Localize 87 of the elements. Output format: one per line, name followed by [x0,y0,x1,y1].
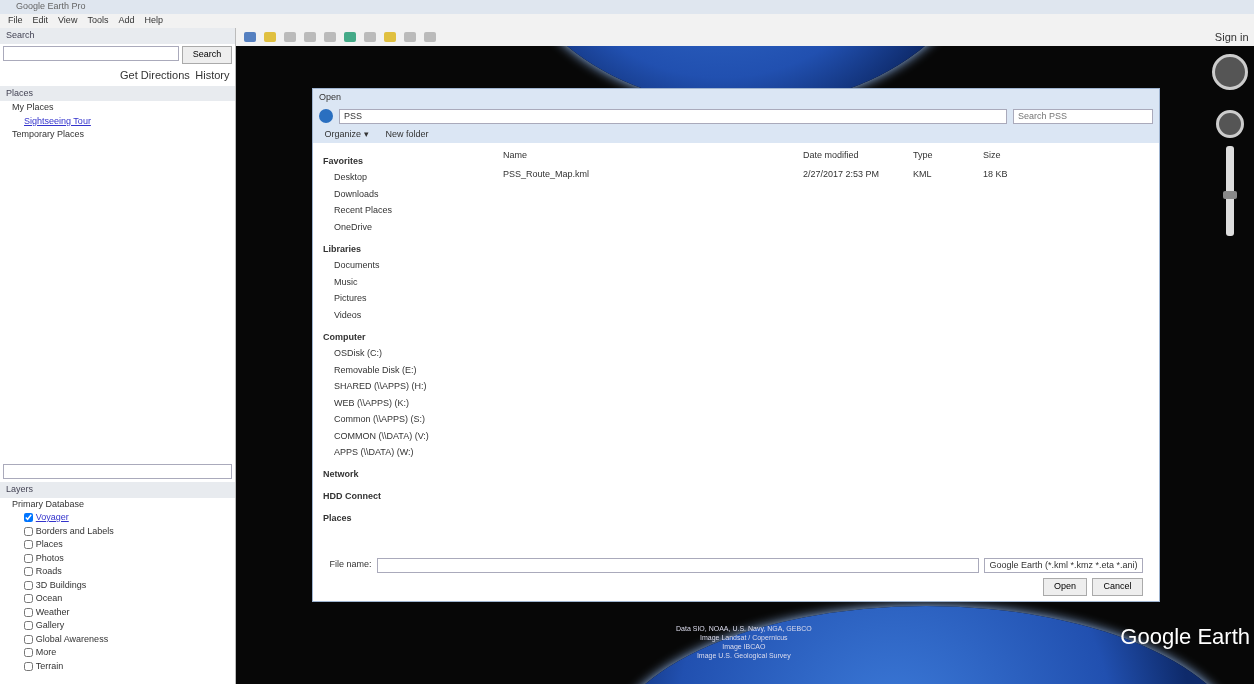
layer-checkbox[interactable] [24,553,33,563]
file-type-dropdown[interactable]: Google Earth (*.kml *.kmz *.eta *.ani) [984,557,1143,573]
tree-item[interactable]: Roads [35,565,62,579]
nav-item[interactable]: Common (\\APPS) (S:) [323,413,493,427]
logo-text: Google Earth [1120,623,1250,651]
layer-checkbox[interactable] [24,648,33,658]
layer-checkbox[interactable] [24,540,33,550]
dialog-title: Open [313,89,1159,107]
layer-checkbox[interactable] [24,634,33,644]
search-link[interactable]: Get Directions [120,66,190,83]
tree-item[interactable]: Gallery [35,619,65,633]
tree-item[interactable]: Places [35,538,63,552]
layer-checkbox[interactable] [24,513,33,523]
column-header[interactable]: Size [983,148,1043,162]
tree-item[interactable]: Weather [35,605,70,619]
nav-item[interactable]: Videos [323,308,493,322]
tree-link[interactable]: Voyager [35,511,69,525]
nav-item[interactable]: Music [323,275,493,289]
layer-checkbox[interactable] [24,607,33,617]
layer-checkbox[interactable] [24,567,33,577]
zoom-slider-thumb[interactable] [1223,191,1237,200]
toolbar-icon[interactable] [244,32,256,42]
tree-item[interactable]: Primary Database [12,497,235,511]
menu-item[interactable]: Tools [87,14,109,28]
layer-checkbox[interactable] [24,661,33,671]
nav-item[interactable]: OSDisk (C:) [323,347,493,361]
nav-item[interactable]: Recent Places [323,204,493,218]
search-field[interactable] [2,46,179,62]
nav-item[interactable]: Downloads [323,187,493,201]
file-name[interactable]: PSS_Route_Map.kml [503,167,803,181]
nav-item[interactable]: Removable Disk (E:) [323,363,493,377]
search-link[interactable]: History [195,66,230,83]
column-header[interactable]: Date modified [803,148,913,162]
menu-item[interactable]: Edit [32,14,49,28]
layer-checkbox[interactable] [24,526,33,536]
toolbar-button[interactable]: New folder [380,127,435,141]
column-header[interactable]: Name [503,148,803,162]
dialog-button[interactable]: Cancel [1092,578,1143,596]
nav-item[interactable]: COMMON (\\DATA) (V:) [323,429,493,443]
tree-item[interactable]: More [35,646,57,660]
file-detail: 2/27/2017 2:53 PM [803,167,881,181]
menu-item[interactable]: View [58,14,78,28]
search-button[interactable]: Search [181,46,233,64]
tree-item[interactable]: Borders and Labels [35,524,114,538]
tree-item[interactable]: My Places [12,102,54,113]
nav-header[interactable]: Network [323,468,493,482]
nav-header[interactable]: Computer [323,330,493,344]
menu-item[interactable]: Help [144,14,163,28]
nav-header[interactable]: Places [323,512,493,526]
nav-item[interactable]: Desktop [323,171,493,185]
layer-checkbox[interactable] [24,580,33,590]
sign-in-link[interactable]: Sign in [1214,28,1249,46]
tree-item[interactable]: 3D Buildings [35,578,87,592]
toolbar-button[interactable]: Organize ▾ [319,127,375,141]
menu-item[interactable]: Add [118,14,135,28]
tree-item[interactable]: Terrain [35,659,64,673]
tree-link[interactable]: Sightseeing Tour [24,115,91,126]
file-detail: KML [913,167,933,181]
field-label: File name: [329,558,372,572]
tree-item[interactable]: Global Awareness [35,632,109,646]
column-header[interactable]: Type [913,148,983,162]
menu-item[interactable]: File [8,14,23,28]
nav-item[interactable]: APPS (\\DATA) (W:) [323,446,493,460]
tree-item[interactable]: Ocean [35,592,63,606]
file-name-field[interactable] [377,557,979,573]
nav-item[interactable]: Pictures [323,292,493,306]
dialog-button[interactable]: Open [1042,578,1087,596]
nav-item[interactable]: WEB (\\APPS) (K:) [323,396,493,410]
tree-item[interactable]: Photos [35,551,64,565]
window-title: Google Earth Pro [0,0,1254,14]
panel-header[interactable]: Places [0,85,235,102]
back-icon[interactable] [319,109,333,123]
layer-checkbox[interactable] [24,594,33,604]
address-field[interactable]: PSS [339,108,1007,124]
layer-search-field[interactable] [2,464,233,480]
tree-item[interactable]: Temporary Places [12,129,85,140]
nav-item[interactable]: Documents [323,259,493,273]
layer-checkbox[interactable] [24,621,33,631]
nav-header[interactable]: Libraries [323,242,493,256]
panel-header[interactable]: Layers [0,482,235,498]
nav-item[interactable]: SHARED (\\APPS) (H:) [323,380,493,394]
search-field[interactable]: Search PSS [1013,108,1153,124]
file-detail: 18 KB [983,167,1009,181]
nav-header[interactable]: Favorites [323,154,493,168]
nav-item[interactable]: OneDrive [323,220,493,234]
nav-header[interactable]: HDD Connect [323,490,493,504]
panel-header[interactable]: Search [0,28,235,44]
